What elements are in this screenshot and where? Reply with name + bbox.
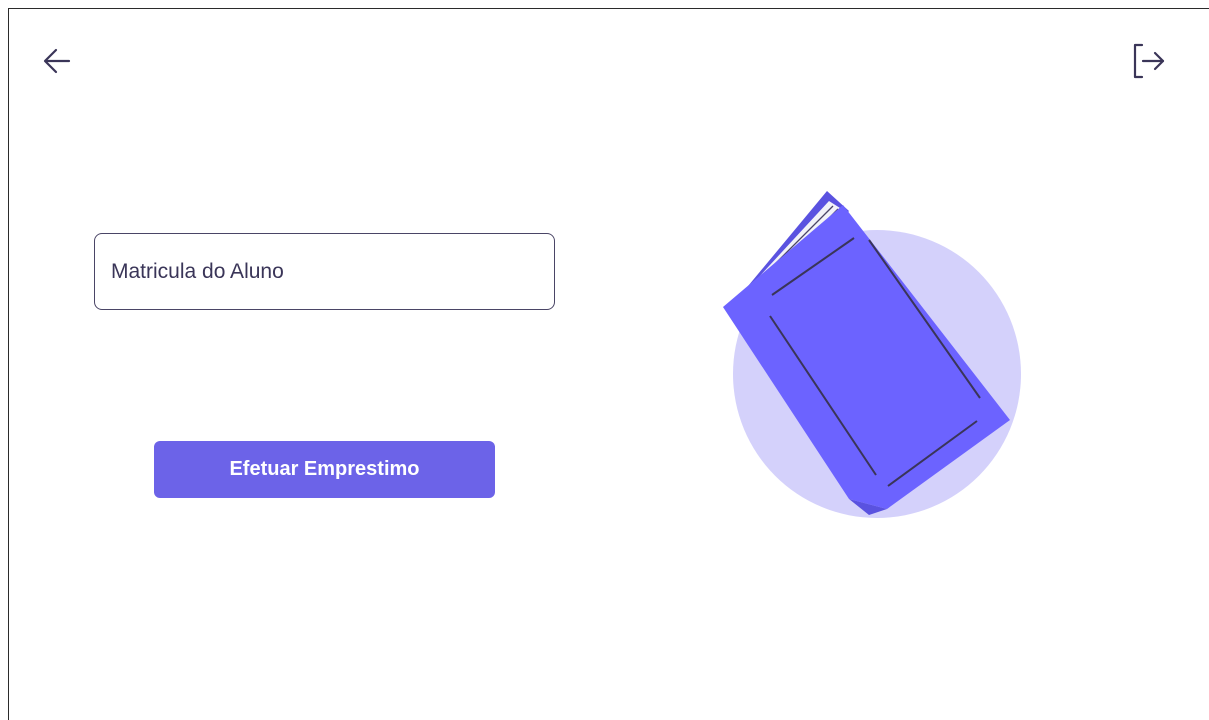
arrow-left-icon xyxy=(43,48,71,74)
back-button[interactable] xyxy=(37,41,77,81)
efetuar-emprestimo-button[interactable]: Efetuar Emprestimo xyxy=(154,441,495,498)
screen: Efetuar Emprestimo xyxy=(8,8,1209,720)
matricula-input[interactable] xyxy=(94,233,555,310)
book-icon xyxy=(723,191,1021,518)
logout-button[interactable] xyxy=(1128,41,1168,81)
logout-icon xyxy=(1133,43,1165,79)
